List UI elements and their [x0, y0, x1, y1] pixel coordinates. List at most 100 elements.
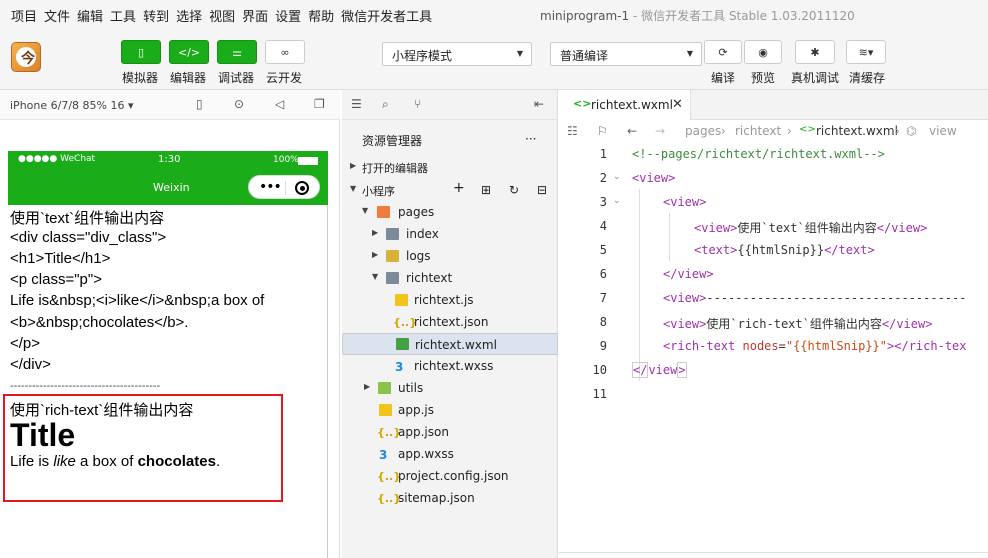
cloud-label: 云开发 — [266, 71, 303, 85]
debug-toggle-icon: ⚌ — [232, 45, 242, 59]
tree-item-sitemap[interactable]: {..} sitemap.json — [342, 487, 558, 509]
folder-icon — [386, 272, 399, 284]
forward-arrow-icon[interactable]: → — [655, 124, 665, 138]
tag-name: view — [891, 221, 921, 235]
code-line-3: <view> — [663, 195, 707, 209]
tree-item-richtext-wxml[interactable]: richtext.wxml — [342, 333, 558, 355]
breadcrumb-file[interactable]: richtext.wxml — [816, 124, 898, 138]
tab-label: richtext.wxml — [591, 98, 673, 112]
rt-text-3: . — [215, 453, 221, 470]
new-folder-icon[interactable]: ⊞ — [481, 183, 491, 197]
menu-project[interactable]: 项目 — [11, 6, 37, 25]
editor-toggle-button[interactable]: </> — [169, 40, 209, 64]
line-number: 5 — [599, 243, 607, 257]
close-miniprogram-icon[interactable] — [295, 181, 309, 195]
search-icon[interactable]: ⌕ — [382, 97, 389, 112]
device-select[interactable]: iPhone 6/7/8 85% 16 ▾ — [10, 99, 134, 112]
remote-debug-button[interactable]: ✱ — [795, 40, 835, 64]
code-line-5: <text>{{htmlSnip}}</text> — [694, 243, 875, 257]
breadcrumb-pages[interactable]: pages — [685, 124, 721, 138]
wechat-navbar: ●●●●● WeChat 1:30 100% Weixin ••• — [8, 151, 328, 205]
tree-item-richtext-json[interactable]: {..} richtext.json — [342, 311, 558, 333]
debugger-toggle-button[interactable]: ⚌ — [217, 40, 257, 64]
json-file-icon: {..} — [393, 316, 418, 329]
cloud-dev-button[interactable]: ∞ — [265, 40, 305, 64]
mode-select[interactable]: 小程序模式 ▼ — [382, 42, 532, 66]
tree-item-label: richtext.json — [414, 315, 489, 329]
menu-selection[interactable]: 选择 — [176, 6, 202, 25]
compile-button[interactable]: ⟳ — [704, 40, 742, 64]
tree-item-label: utils — [398, 381, 424, 395]
popout-icon[interactable]: ❐ — [314, 97, 325, 111]
tab-richtext-wxml[interactable]: <> richtext.wxml ✕ — [559, 90, 691, 120]
fold-chevron-icon[interactable]: ⌄ — [613, 172, 621, 182]
new-file-icon[interactable]: + — [453, 180, 465, 196]
tree-item-app-js[interactable]: app.js — [342, 399, 558, 421]
phone-icon[interactable]: ▯ — [196, 97, 203, 111]
more-dots-icon[interactable]: ••• — [259, 179, 282, 195]
tree-item-richtext[interactable]: ▼ richtext — [342, 267, 558, 289]
outline-icon[interactable]: ☷ — [567, 124, 578, 138]
tree-item-label: sitemap.json — [398, 491, 475, 505]
close-icon[interactable]: ✕ — [672, 97, 683, 112]
menu-wechat-devtools[interactable]: 微信开发者工具 — [341, 6, 432, 25]
tree-item-utils[interactable]: ▶ utils — [342, 377, 558, 399]
tree-item-logs[interactable]: ▶ logs — [342, 245, 558, 267]
phone-icon: ▯ — [137, 45, 145, 59]
menu-goto[interactable]: 转到 — [143, 6, 169, 25]
tree-item-label: index — [406, 227, 439, 241]
wechat-devtools-window: 项目 文件 编辑 工具 转到 选择 视图 界面 设置 帮助 微信开发者工具 mi… — [0, 0, 988, 558]
tree-item-app-wxss[interactable]: 3 app.wxss — [342, 443, 558, 465]
cloud-icon: ∞ — [280, 45, 290, 59]
list-icon[interactable]: ☰ — [351, 97, 362, 111]
menu-edit[interactable]: 编辑 — [77, 6, 103, 25]
rich-text-title: Title — [10, 417, 76, 453]
open-editors-section[interactable]: ▶ 打开的编辑器 — [342, 156, 558, 178]
tree-item-index[interactable]: ▶ index — [342, 223, 558, 245]
stop-icon[interactable]: ⊙ — [234, 97, 244, 111]
menu-settings[interactable]: 设置 — [275, 6, 301, 25]
project-section[interactable]: ▼ 小程序 + ⊞ ↻ ⊟ — [342, 179, 558, 201]
breadcrumb-node[interactable]: view — [929, 124, 957, 138]
editor-label: 编辑器 — [170, 71, 207, 85]
menu-file[interactable]: 文件 — [44, 6, 70, 25]
project-avatar[interactable]: 今 — [11, 42, 41, 72]
tree-item-pages[interactable]: ▼ pages — [342, 201, 558, 223]
toolbar: 今 ▯ 模拟器 </> 编辑器 ⚌ 调试器 ∞ 云开发 小程序模式 ▼ 普通编译 ▼… — [0, 30, 988, 90]
refresh-icon[interactable]: ↻ — [509, 183, 519, 197]
branch-icon[interactable]: ⑂ — [414, 97, 421, 111]
tree-item-richtext-wxss[interactable]: 3 richtext.wxss — [342, 355, 558, 377]
menu-view[interactable]: 视图 — [209, 6, 235, 25]
more-icon[interactable]: ··· — [525, 132, 536, 146]
simulator-toggle-button[interactable]: ▯ — [121, 40, 161, 64]
preview-label: 预览 — [751, 71, 776, 85]
bookmark-icon[interactable]: ⚐ — [597, 124, 608, 138]
menu-tools[interactable]: 工具 — [110, 6, 136, 25]
menu-help[interactable]: 帮助 — [308, 6, 334, 25]
code-line-9: <rich-text nodes="{{htmlSnip}}"></rich-t… — [663, 339, 967, 353]
breadcrumb-richtext[interactable]: richtext — [735, 124, 781, 138]
collapse-panel-icon[interactable]: ⇤ — [534, 97, 544, 111]
clear-cache-button[interactable]: ≋▾ — [846, 40, 886, 64]
rich-text-paragraph: Life is like a box of chocolates. — [10, 453, 220, 470]
attr-name: nodes — [742, 339, 779, 353]
tree-item-richtext-js[interactable]: richtext.js — [342, 289, 558, 311]
ring-dot — [300, 186, 305, 191]
raw-html-line: <div class="div_class"> — [10, 229, 167, 246]
code-line-1: <!--pages/richtext/richtext.wxml--> — [632, 147, 885, 161]
tree-item-app-json[interactable]: {..} app.json — [342, 421, 558, 443]
menu-capsule[interactable]: ••• — [248, 175, 320, 199]
back-arrow-icon[interactable]: ← — [627, 124, 637, 138]
tree-item-project-config[interactable]: {..} project.config.json — [342, 465, 558, 487]
volume-icon[interactable]: ◁ — [275, 97, 284, 111]
preview-button[interactable]: ◉ — [744, 40, 782, 64]
tree-item-label: richtext.wxml — [415, 338, 497, 352]
compile-mode-select[interactable]: 普通编译 ▼ — [550, 42, 702, 66]
tree-item-label: richtext.js — [414, 293, 474, 307]
fold-chevron-icon[interactable]: ⌄ — [613, 196, 621, 206]
menu-interface[interactable]: 界面 — [242, 6, 268, 25]
line-number: 4 — [599, 219, 607, 233]
chevron-right-icon: ▶ — [372, 250, 379, 259]
collapse-all-icon[interactable]: ⊟ — [537, 183, 547, 197]
indent-guide — [639, 189, 640, 381]
